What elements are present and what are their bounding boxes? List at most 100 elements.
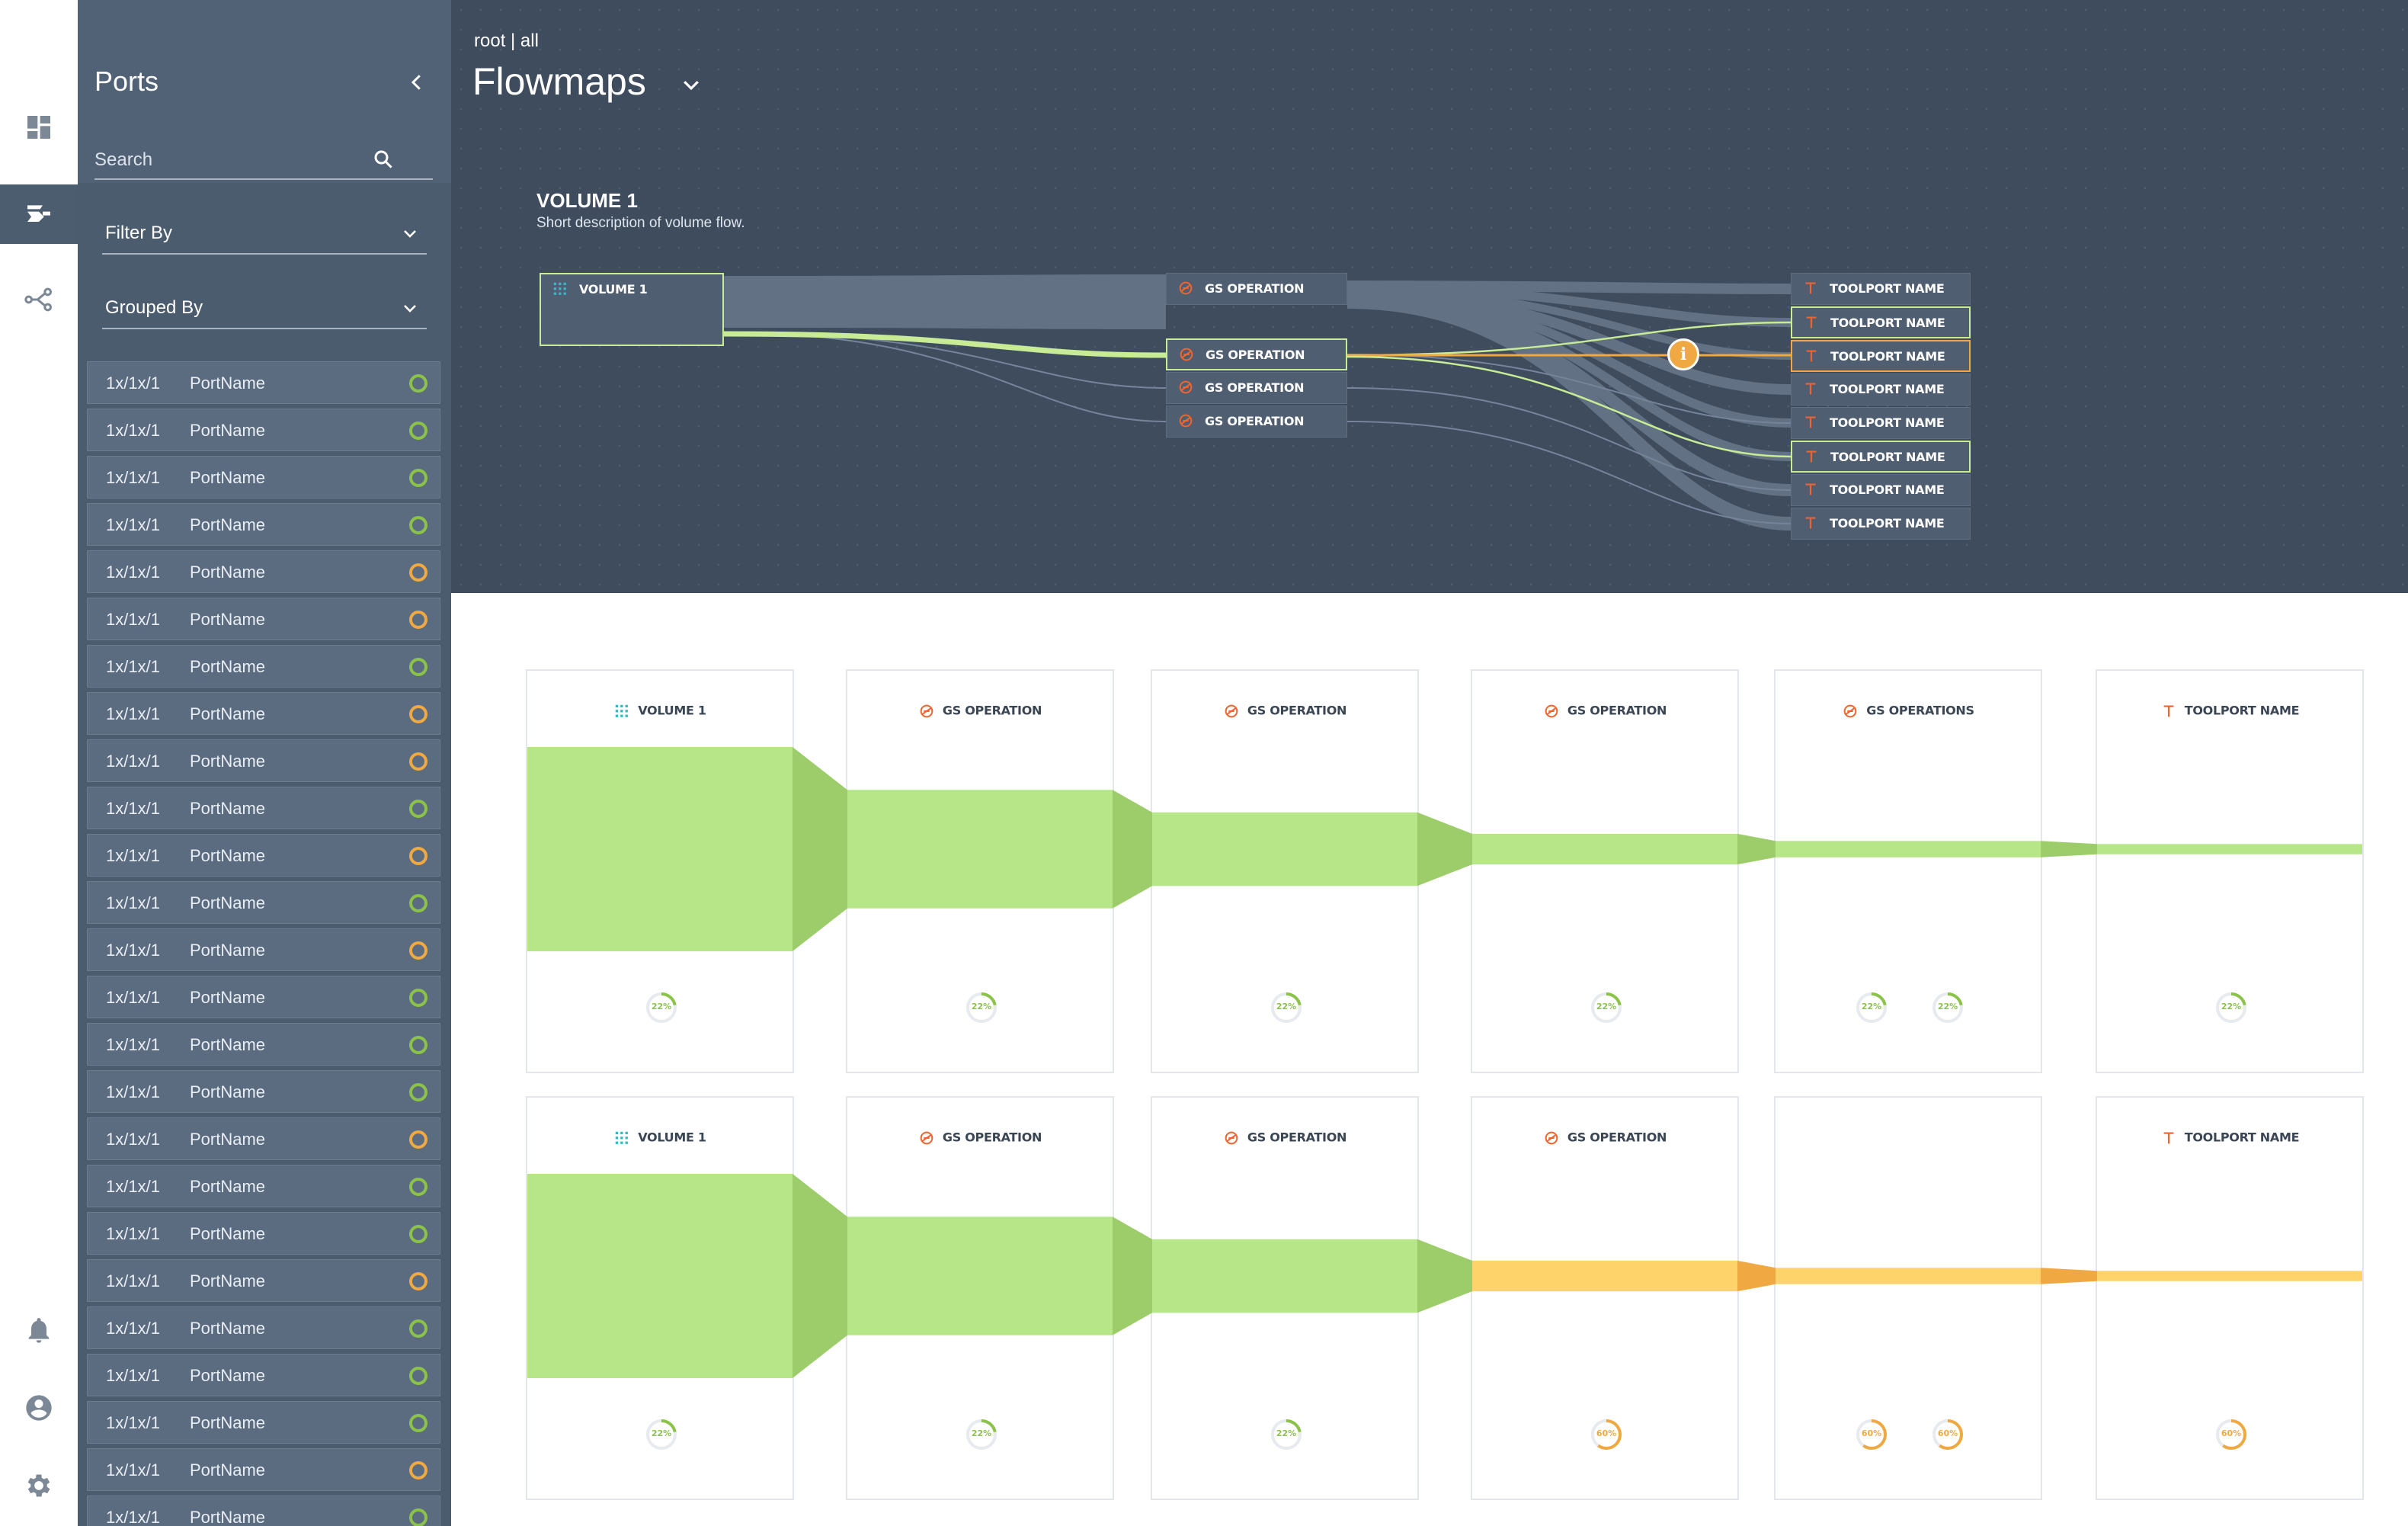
- port-name: PortName: [190, 1413, 266, 1432]
- flow-card[interactable]: GS OPERATION 22%: [1151, 669, 1419, 1073]
- flow-card[interactable]: GS OPERATION 22%: [1471, 669, 1739, 1073]
- nav-settings[interactable]: [0, 1456, 78, 1515]
- info-badge[interactable]: i: [1667, 338, 1699, 370]
- gs-operation-node[interactable]: GS OPERATION: [1166, 406, 1347, 438]
- port-row[interactable]: 1x/1x/1 PortName: [87, 787, 440, 829]
- flow-card[interactable]: VOLUME 1 22%: [526, 669, 794, 1073]
- port-row[interactable]: 1x/1x/1 PortName: [87, 1496, 440, 1526]
- card-header: GS OPERATION: [1152, 1130, 1417, 1146]
- flow-card[interactable]: GS OPERATION 60%: [1471, 1096, 1739, 1500]
- port-row[interactable]: 1x/1x/1 PortName: [87, 1448, 440, 1491]
- port-id: 1x/1x/1: [106, 373, 160, 393]
- card-title: TOOLPORT NAME: [2184, 703, 2300, 718]
- port-row[interactable]: 1x/1x/1 PortName: [87, 1401, 440, 1444]
- port-name: PortName: [190, 1130, 266, 1149]
- port-row[interactable]: 1x/1x/1 PortName: [87, 598, 440, 640]
- gs-operation-icon: [1225, 704, 1238, 718]
- toolport-node[interactable]: TOOLPORT NAME: [1791, 407, 1971, 439]
- status-ok-indicator: [409, 1414, 427, 1432]
- toolport-node[interactable]: TOOLPORT NAME: [1791, 508, 1971, 540]
- port-row[interactable]: 1x/1x/1 PortName: [87, 456, 440, 499]
- flow-card[interactable]: 60% 60%: [1774, 1096, 2042, 1500]
- port-row[interactable]: 1x/1x/1 PortName: [87, 1306, 440, 1349]
- port-row[interactable]: 1x/1x/1 PortName: [87, 1070, 440, 1113]
- port-row[interactable]: 1x/1x/1 PortName: [87, 834, 440, 877]
- nav-dashboard[interactable]: [0, 98, 78, 157]
- port-id: 1x/1x/1: [106, 1413, 160, 1432]
- toolport-node[interactable]: TOOLPORT NAME: [1791, 373, 1971, 406]
- toolport-icon: [1805, 483, 1816, 495]
- gs-operation-node[interactable]: GS OPERATION: [1166, 372, 1347, 404]
- port-row[interactable]: 1x/1x/1 PortName: [87, 739, 440, 782]
- port-row[interactable]: 1x/1x/1 PortName: [87, 881, 440, 924]
- search-input[interactable]: [94, 146, 384, 174]
- port-row[interactable]: 1x/1x/1 PortName: [87, 976, 440, 1018]
- flow-card[interactable]: GS OPERATION 22%: [1151, 1096, 1419, 1500]
- port-row[interactable]: 1x/1x/1 PortName: [87, 503, 440, 546]
- port-row[interactable]: 1x/1x/1 PortName: [87, 361, 440, 404]
- status-ok-indicator: [409, 658, 427, 676]
- card-header: TOOLPORT NAME: [2097, 703, 2362, 720]
- toolport-node[interactable]: TOOLPORT NAME: [1791, 306, 1971, 338]
- port-row[interactable]: 1x/1x/1 PortName: [87, 409, 440, 451]
- card-title: GS OPERATION: [1247, 1130, 1347, 1145]
- flow-card[interactable]: GS OPERATIONS 22% 22%: [1774, 669, 2042, 1073]
- nav-flowmaps[interactable]: [0, 184, 78, 244]
- port-row[interactable]: 1x/1x/1 PortName: [87, 1259, 440, 1302]
- port-row[interactable]: 1x/1x/1 PortName: [87, 1117, 440, 1160]
- port-row[interactable]: 1x/1x/1 PortName: [87, 1354, 440, 1396]
- port-name: PortName: [190, 468, 266, 487]
- flow-band-join: [2041, 841, 2097, 858]
- port-row[interactable]: 1x/1x/1 PortName: [87, 928, 440, 971]
- gs-operation-node[interactable]: GS OPERATION: [1166, 273, 1347, 305]
- port-row[interactable]: 1x/1x/1 PortName: [87, 692, 440, 735]
- toolport-icon: [1806, 350, 1817, 362]
- card-header: GS OPERATION: [1152, 703, 1417, 720]
- port-name: PortName: [190, 893, 266, 912]
- flow-card[interactable]: TOOLPORT NAME 60%: [2096, 1096, 2364, 1500]
- toolport-icon: [2163, 705, 2174, 717]
- status-ok-indicator: [409, 1036, 427, 1054]
- port-name: PortName: [190, 988, 266, 1007]
- card-title: VOLUME 1: [638, 703, 706, 718]
- card-title: VOLUME 1: [638, 1130, 706, 1145]
- flow-card[interactable]: VOLUME 1 22%: [526, 1096, 794, 1500]
- port-id: 1x/1x/1: [106, 799, 160, 818]
- nav-notifications[interactable]: [0, 1300, 78, 1360]
- status-ok-indicator: [409, 1178, 427, 1196]
- status-warning-indicator: [409, 1461, 427, 1480]
- filter-by-select[interactable]: Filter By: [102, 212, 427, 255]
- toolport-node[interactable]: TOOLPORT NAME: [1791, 340, 1971, 372]
- port-id: 1x/1x/1: [106, 563, 160, 582]
- volume-node[interactable]: VOLUME 1: [540, 273, 724, 346]
- flow-card[interactable]: GS OPERATION 22%: [846, 669, 1114, 1073]
- grouped-by-select[interactable]: Grouped By: [102, 287, 427, 329]
- flow-card[interactable]: GS OPERATION 22%: [846, 1096, 1114, 1500]
- node-label: GS OPERATION: [1205, 281, 1305, 296]
- flow-card[interactable]: TOOLPORT NAME 22%: [2096, 669, 2364, 1073]
- port-id: 1x/1x/1: [106, 1130, 160, 1149]
- chevron-down-icon: [404, 230, 416, 238]
- status-warning-indicator: [409, 847, 427, 865]
- collapse-chevron-icon[interactable]: [405, 69, 428, 96]
- gs-operation-icon: [1179, 414, 1193, 428]
- status-ok-indicator: [409, 374, 427, 393]
- flow-link: [724, 274, 1166, 329]
- toolport-icon: [1805, 282, 1816, 294]
- gs-operation-node[interactable]: GS OPERATION: [1166, 338, 1347, 370]
- chevron-down-icon: [404, 305, 416, 313]
- search-icon[interactable]: [372, 148, 395, 171]
- toolport-node[interactable]: TOOLPORT NAME: [1791, 441, 1971, 473]
- port-row[interactable]: 1x/1x/1 PortName: [87, 1165, 440, 1207]
- nav-topology[interactable]: [0, 270, 78, 329]
- port-row[interactable]: 1x/1x/1 PortName: [87, 645, 440, 688]
- port-row[interactable]: 1x/1x/1 PortName: [87, 1023, 440, 1066]
- toolport-node[interactable]: TOOLPORT NAME: [1791, 273, 1971, 305]
- port-id: 1x/1x/1: [106, 941, 160, 960]
- nav-account[interactable]: [0, 1378, 78, 1438]
- toolport-node[interactable]: TOOLPORT NAME: [1791, 474, 1971, 506]
- port-row[interactable]: 1x/1x/1 PortName: [87, 550, 440, 593]
- flow-band-join: [1113, 790, 1152, 909]
- port-row[interactable]: 1x/1x/1 PortName: [87, 1212, 440, 1255]
- flow-band-join: [793, 1174, 847, 1378]
